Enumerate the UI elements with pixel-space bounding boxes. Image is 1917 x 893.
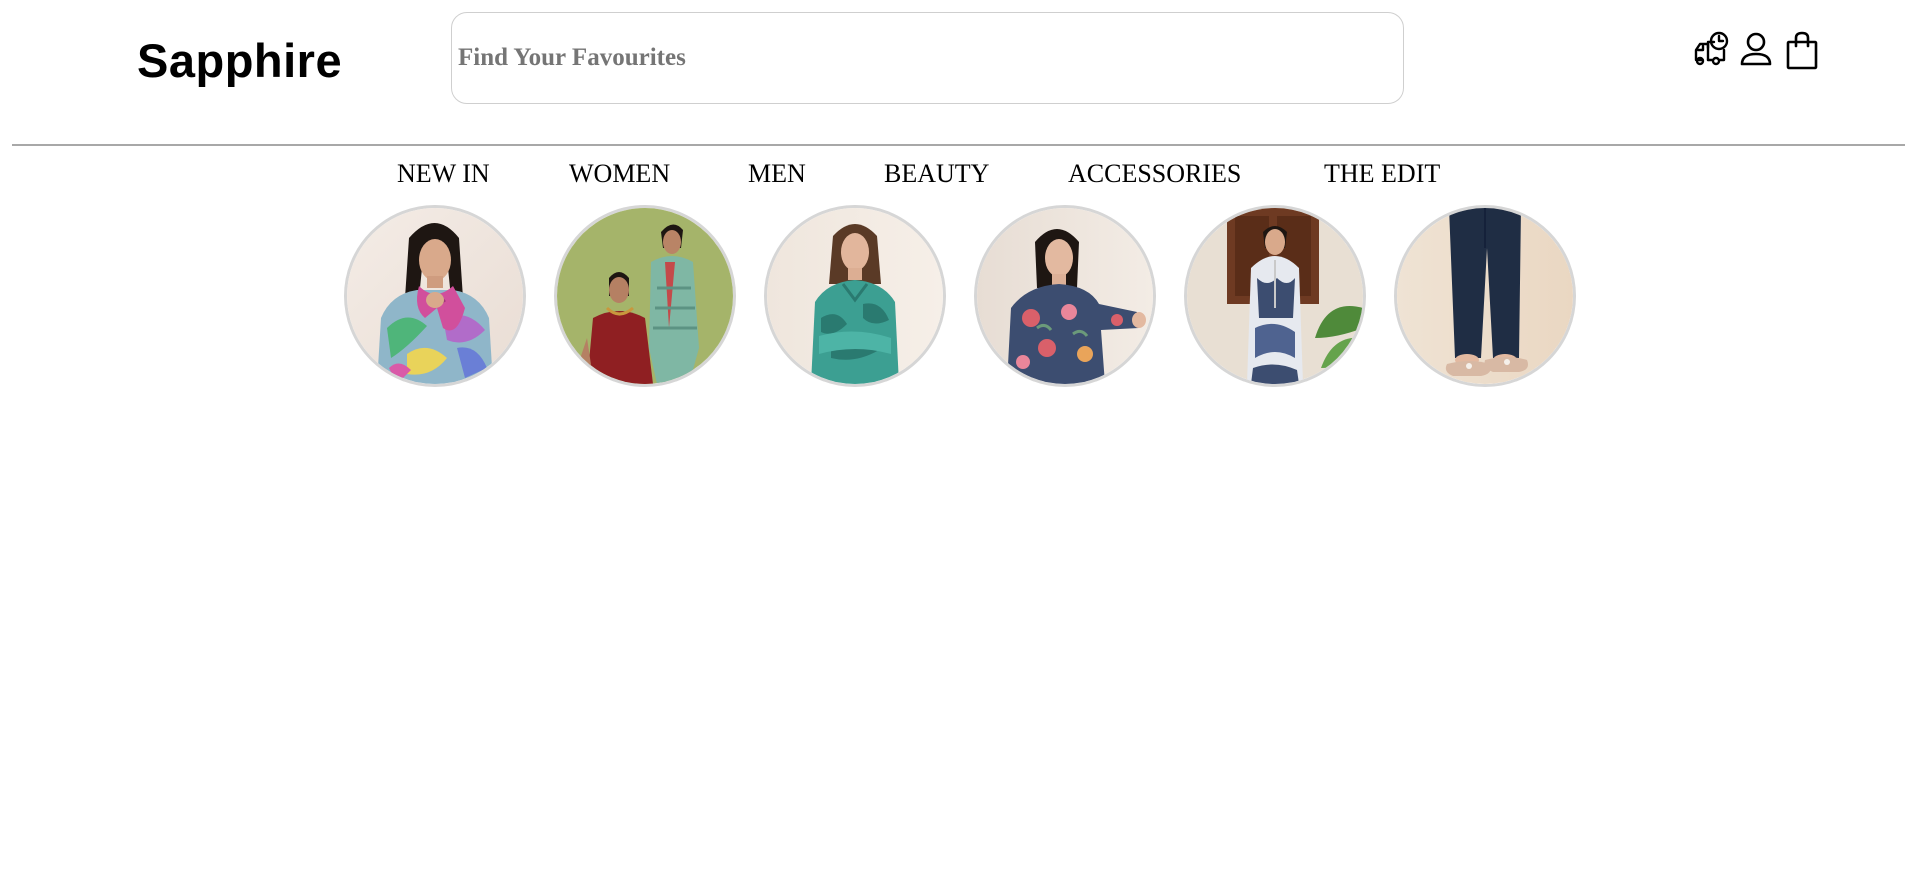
category-image-new-in[interactable]: [344, 205, 526, 387]
model-photo-men: [767, 208, 943, 384]
search-bar[interactable]: [451, 12, 1404, 104]
delivery-tracking-button[interactable]: [1690, 28, 1730, 72]
category-image-accessories[interactable]: [1184, 205, 1366, 387]
nav-item-the-edit[interactable]: THE EDIT: [1324, 156, 1440, 192]
nav-item-accessories[interactable]: ACCESSORIES: [1068, 156, 1241, 192]
product-photo-the-edit: [1397, 208, 1573, 384]
cart-button[interactable]: [1782, 28, 1822, 72]
category-image-beauty[interactable]: [974, 205, 1156, 387]
shopping-bag-icon: [1786, 31, 1818, 70]
category-image-women[interactable]: [554, 205, 736, 387]
model-photo-new-in: [347, 208, 523, 384]
search-input[interactable]: [456, 43, 1403, 73]
nav-item-women[interactable]: WOMEN: [569, 156, 670, 192]
nav-item-beauty[interactable]: BEAUTY: [884, 156, 989, 192]
delivery-truck-icon: [1694, 31, 1729, 66]
model-photo-beauty: [977, 208, 1153, 384]
header-divider: [12, 144, 1905, 146]
nav-item-new-in[interactable]: NEW IN: [397, 156, 490, 192]
nav-item-men[interactable]: MEN: [748, 156, 806, 192]
category-circles: [0, 205, 1917, 387]
user-icon: [1740, 32, 1772, 66]
account-button[interactable]: [1736, 28, 1776, 72]
model-photo-accessories: [1187, 208, 1363, 384]
category-image-men[interactable]: [764, 205, 946, 387]
model-photo-women: [557, 208, 733, 384]
main-nav: NEW IN WOMEN MEN BEAUTY ACCESSORIES THE …: [0, 156, 1917, 192]
brand-logo[interactable]: Sapphire: [137, 30, 342, 92]
header-actions: [1690, 28, 1822, 72]
category-image-the-edit[interactable]: [1394, 205, 1576, 387]
